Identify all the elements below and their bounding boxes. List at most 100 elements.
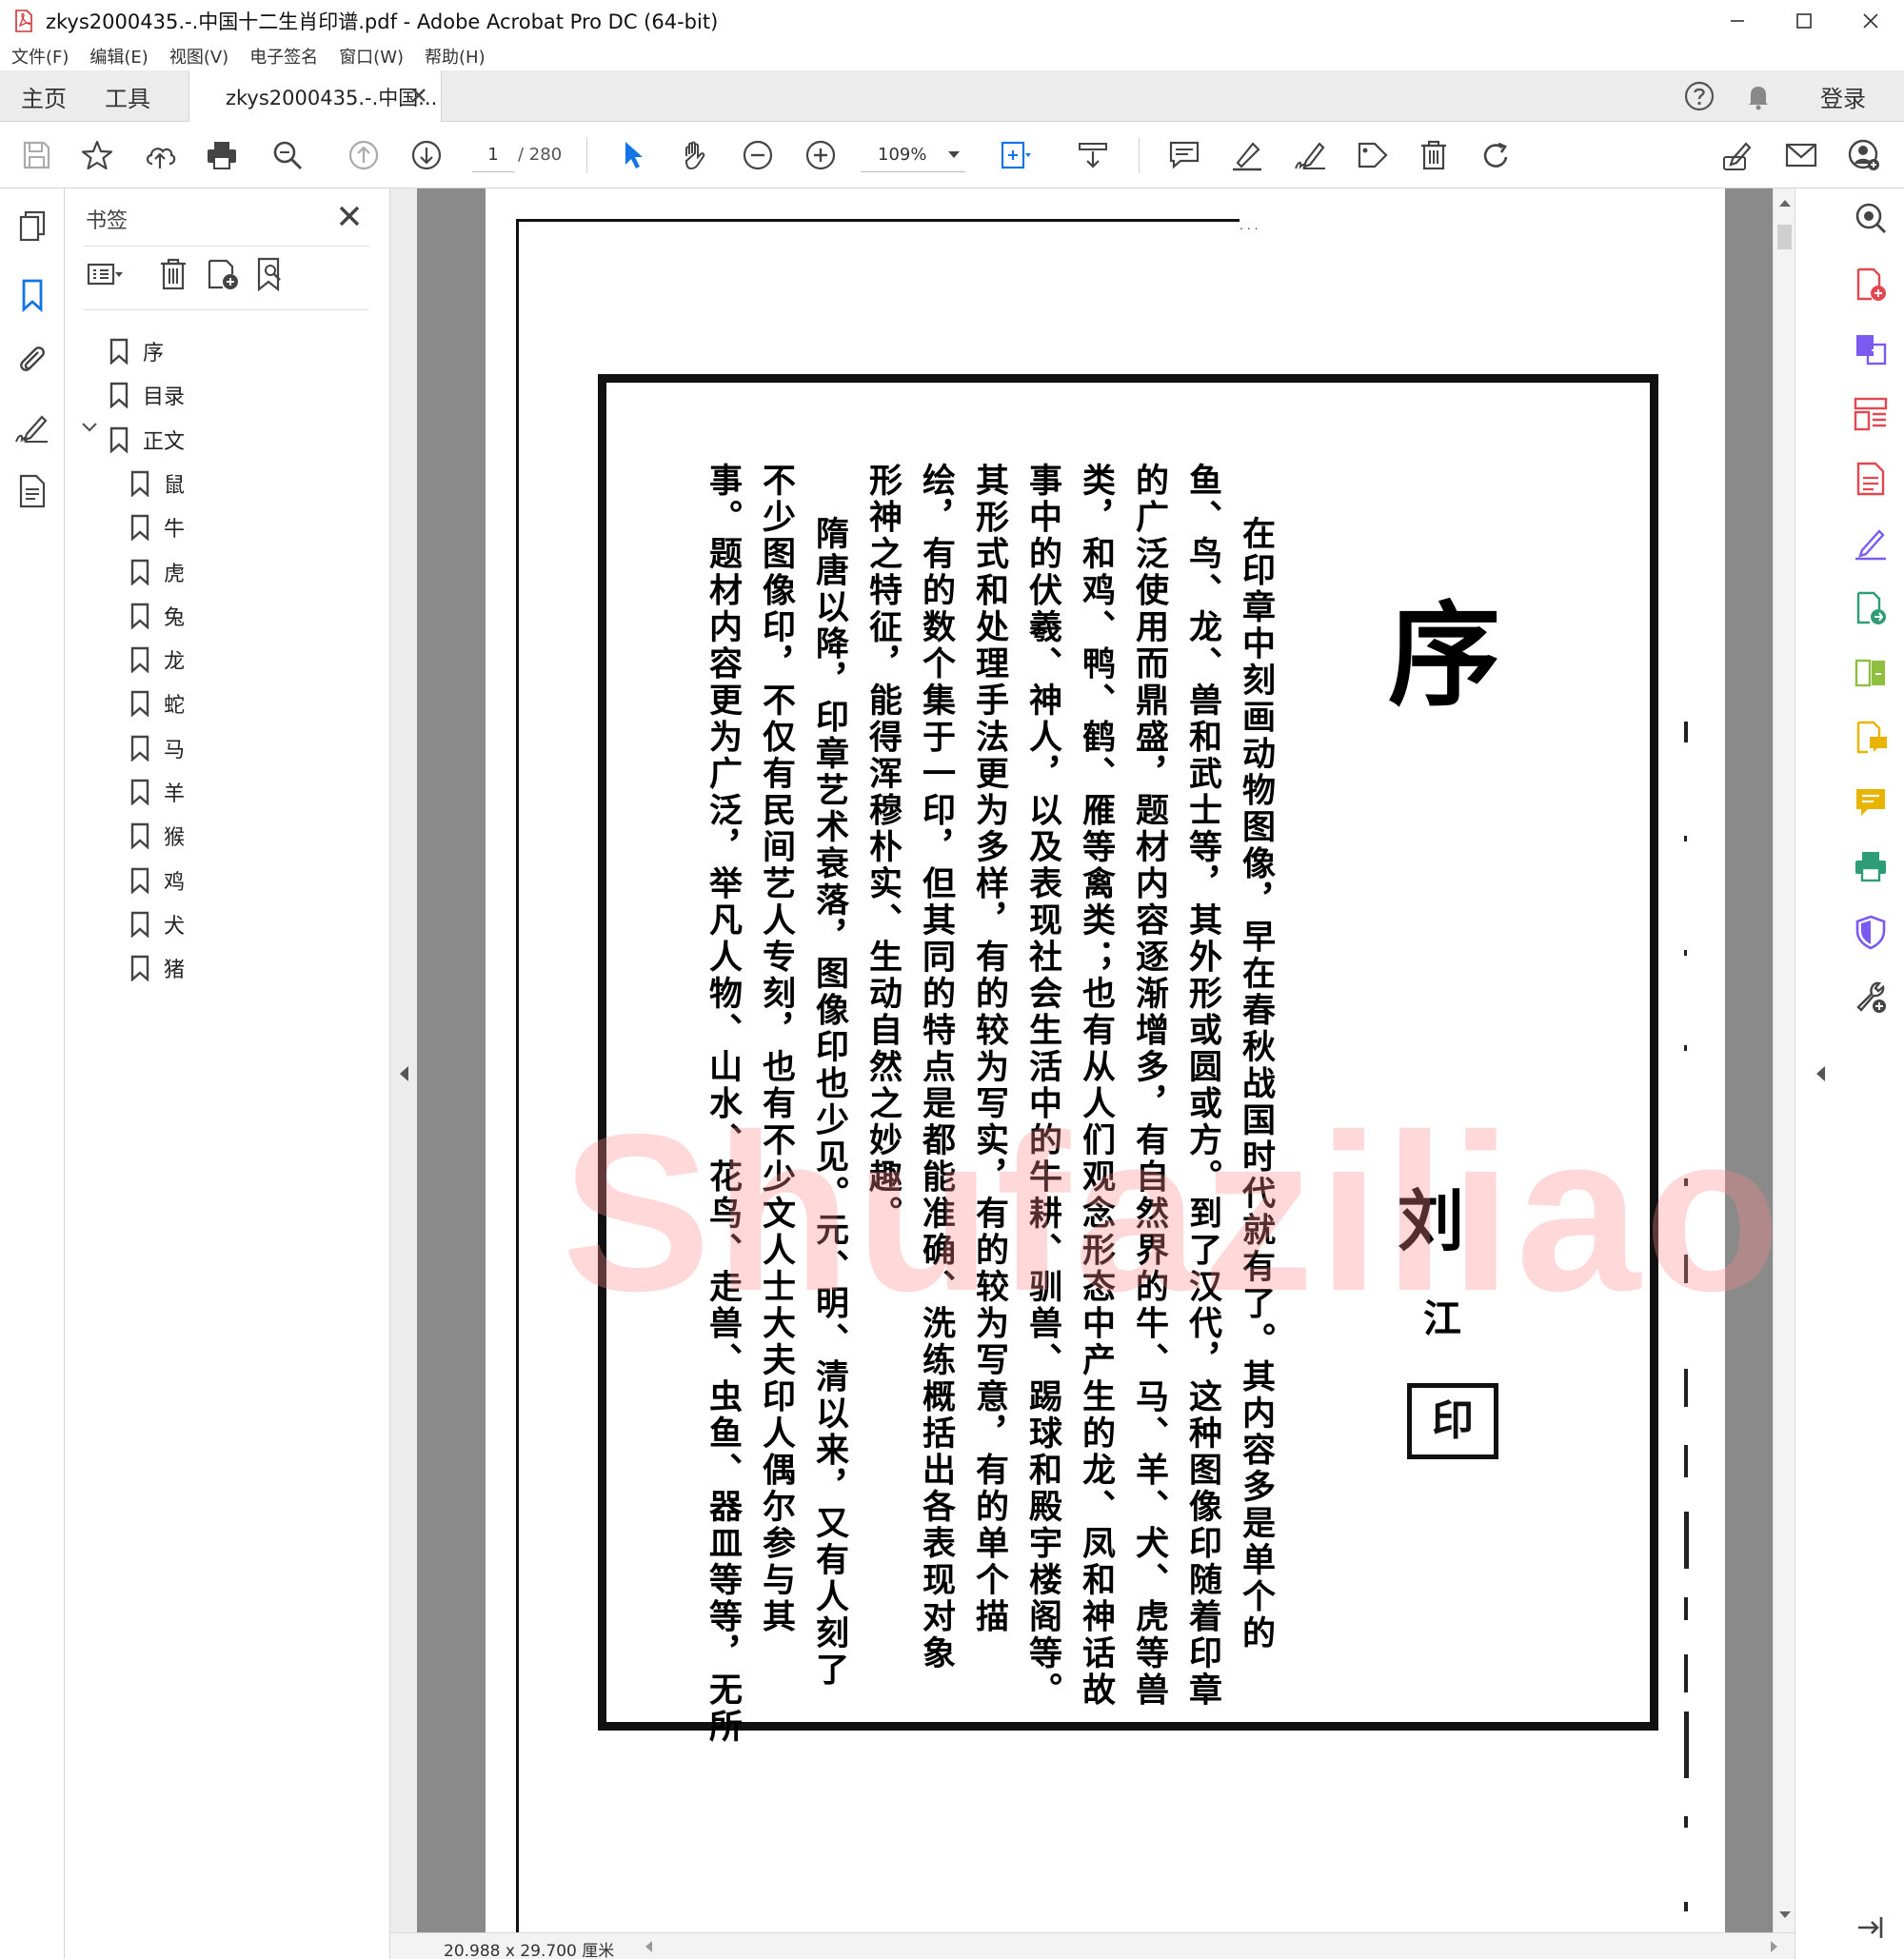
tab-document[interactable]: zkys2000435.-.中国... <box>188 70 442 123</box>
compare-files-icon[interactable] <box>1853 655 1889 691</box>
bookmark-item[interactable]: 兔 <box>129 600 185 632</box>
sign-button[interactable] <box>1291 136 1329 174</box>
close-icon[interactable] <box>337 204 362 228</box>
maximize-button[interactable] <box>1771 0 1837 42</box>
comment-bubble-icon[interactable] <box>1853 784 1889 821</box>
save-button[interactable] <box>17 136 55 174</box>
bookmark-item[interactable]: 猴 <box>129 820 185 852</box>
signature-handwriting: 江 <box>1423 1296 1461 1341</box>
organize-pages-icon[interactable] <box>1853 396 1889 432</box>
scroll-up-icon[interactable] <box>1779 200 1791 207</box>
scroll-mode-button[interactable] <box>1074 136 1112 174</box>
more-tools-wrench-icon[interactable] <box>1853 979 1889 1015</box>
bookmark-item[interactable]: 猪 <box>129 952 185 984</box>
comment-tool-icon[interactable] <box>1853 720 1889 756</box>
scan-border-line <box>516 219 1240 222</box>
bookmark-star-button[interactable] <box>78 136 116 174</box>
print-production-icon[interactable] <box>1853 849 1889 885</box>
find-button[interactable] <box>268 136 307 174</box>
collapse-left-pane-icon[interactable] <box>400 1066 408 1081</box>
bookmark-item[interactable]: 蛇 <box>129 687 185 720</box>
page-fit-button[interactable] <box>996 136 1034 174</box>
close-window-button[interactable] <box>1837 0 1904 42</box>
zoom-in-button[interactable] <box>802 136 840 174</box>
bookmark-item[interactable]: 龙 <box>129 643 185 676</box>
bookmark-item[interactable]: 鼠 <box>129 467 185 500</box>
notification-bell-icon[interactable] <box>1742 80 1775 112</box>
scroll-down-icon[interactable] <box>1779 1911 1791 1918</box>
highlight-button[interactable] <box>1228 136 1266 174</box>
bookmark-item[interactable]: 目录 <box>109 379 185 411</box>
print-button[interactable] <box>203 136 241 174</box>
menu-file[interactable]: 文件(F) <box>11 44 69 69</box>
scrollbar-thumb[interactable] <box>1777 225 1792 249</box>
bookmark-options-icon[interactable] <box>86 255 124 293</box>
delete-button[interactable] <box>1415 136 1453 174</box>
fill-sign-button[interactable] <box>1719 136 1757 174</box>
comment-button[interactable] <box>1165 136 1203 174</box>
bookmark-item[interactable]: 犬 <box>129 908 185 940</box>
zoom-level-select[interactable]: 109% <box>861 138 965 172</box>
bookmark-item[interactable]: 正文 <box>109 424 185 456</box>
bookmark-item[interactable]: 鸡 <box>129 864 185 897</box>
bookmark-label: 牛 <box>164 518 186 543</box>
menu-help[interactable]: 帮助(H) <box>425 44 486 69</box>
scroll-right-icon[interactable] <box>1771 1941 1777 1952</box>
rotate-button[interactable] <box>1478 136 1516 174</box>
bookmark-item[interactable]: 羊 <box>129 776 185 808</box>
protect-shield-icon[interactable] <box>1853 914 1889 950</box>
send-for-signature-icon[interactable] <box>1853 590 1889 626</box>
email-button[interactable] <box>1782 136 1820 174</box>
find-bookmark-icon[interactable] <box>251 255 289 293</box>
upload-cloud-button[interactable] <box>141 136 179 174</box>
collapse-right-pane-icon[interactable] <box>1816 1066 1825 1081</box>
stamp-tag-button[interactable] <box>1354 136 1392 174</box>
menu-esign[interactable]: 电子签名 <box>249 44 318 69</box>
bookmarks-icon[interactable] <box>13 276 51 314</box>
bookmark-item[interactable]: 虎 <box>129 556 185 588</box>
panel-splitter[interactable] <box>390 188 417 1932</box>
bookmark-item[interactable]: 牛 <box>129 511 185 544</box>
create-pdf-icon[interactable] <box>1853 267 1889 303</box>
next-page-button[interactable] <box>407 136 446 174</box>
login-button[interactable]: 登录 <box>1820 80 1866 113</box>
share-user-button[interactable] <box>1845 136 1883 174</box>
text-column: 事中的伏羲、神人，以及表现社会生活中的牛耕、驯兽、踢球和殿宇楼阁等。 <box>1023 463 1062 1709</box>
tab-close-icon[interactable] <box>410 87 427 104</box>
tab-home[interactable]: 主页 <box>21 70 67 122</box>
edit-pdf-icon[interactable] <box>1853 461 1889 497</box>
menu-window[interactable]: 窗口(W) <box>339 44 404 69</box>
bookmark-label: 龙 <box>164 650 186 675</box>
export-pdf-icon[interactable] <box>1853 331 1889 367</box>
bookmark-label: 兔 <box>164 605 186 630</box>
tab-tools[interactable]: 工具 <box>105 70 150 122</box>
scan-dots: ... <box>1240 219 1262 232</box>
search-zoom-icon[interactable] <box>1853 200 1889 236</box>
new-bookmark-icon[interactable] <box>204 255 242 293</box>
menu-edit[interactable]: 编辑(E) <box>89 44 148 69</box>
bookmark-item[interactable]: 马 <box>129 732 185 764</box>
menu-view[interactable]: 视图(V) <box>169 44 228 69</box>
attachments-paperclip-icon[interactable] <box>13 341 51 379</box>
chevron-down-icon[interactable] <box>81 419 98 436</box>
previous-page-button[interactable] <box>345 136 383 174</box>
delete-bookmark-icon[interactable] <box>154 255 192 293</box>
select-tool-button[interactable] <box>614 136 652 174</box>
page-thumbnails-icon[interactable] <box>13 208 51 246</box>
scroll-left-icon[interactable] <box>645 1941 652 1952</box>
help-icon[interactable] <box>1683 80 1716 112</box>
page-total: / 280 <box>518 145 563 165</box>
document-viewer[interactable]: ... 序 在印章中刻画动物图像，早在春秋战国时代就有了。其内容多是单个的 鱼、鸟… <box>390 188 1795 1932</box>
zoom-out-button[interactable] <box>739 136 777 174</box>
bookmark-item[interactable]: 序 <box>109 335 164 367</box>
chevron-down-icon <box>948 151 960 158</box>
page-content-icon[interactable] <box>13 472 51 510</box>
hand-tool-button[interactable] <box>676 136 714 174</box>
page-number-input[interactable]: 1 <box>472 138 514 172</box>
text-column: 其形式和处理手法更为多样，有的较为写实，有的较为写意，有的单个描 <box>970 463 1009 1635</box>
signatures-icon[interactable] <box>13 409 51 447</box>
fill-sign-tool-icon[interactable] <box>1853 525 1889 562</box>
vertical-scrollbar[interactable] <box>1773 188 1795 1932</box>
minimize-button[interactable] <box>1704 0 1771 42</box>
collapse-tools-icon[interactable] <box>1853 1910 1889 1946</box>
